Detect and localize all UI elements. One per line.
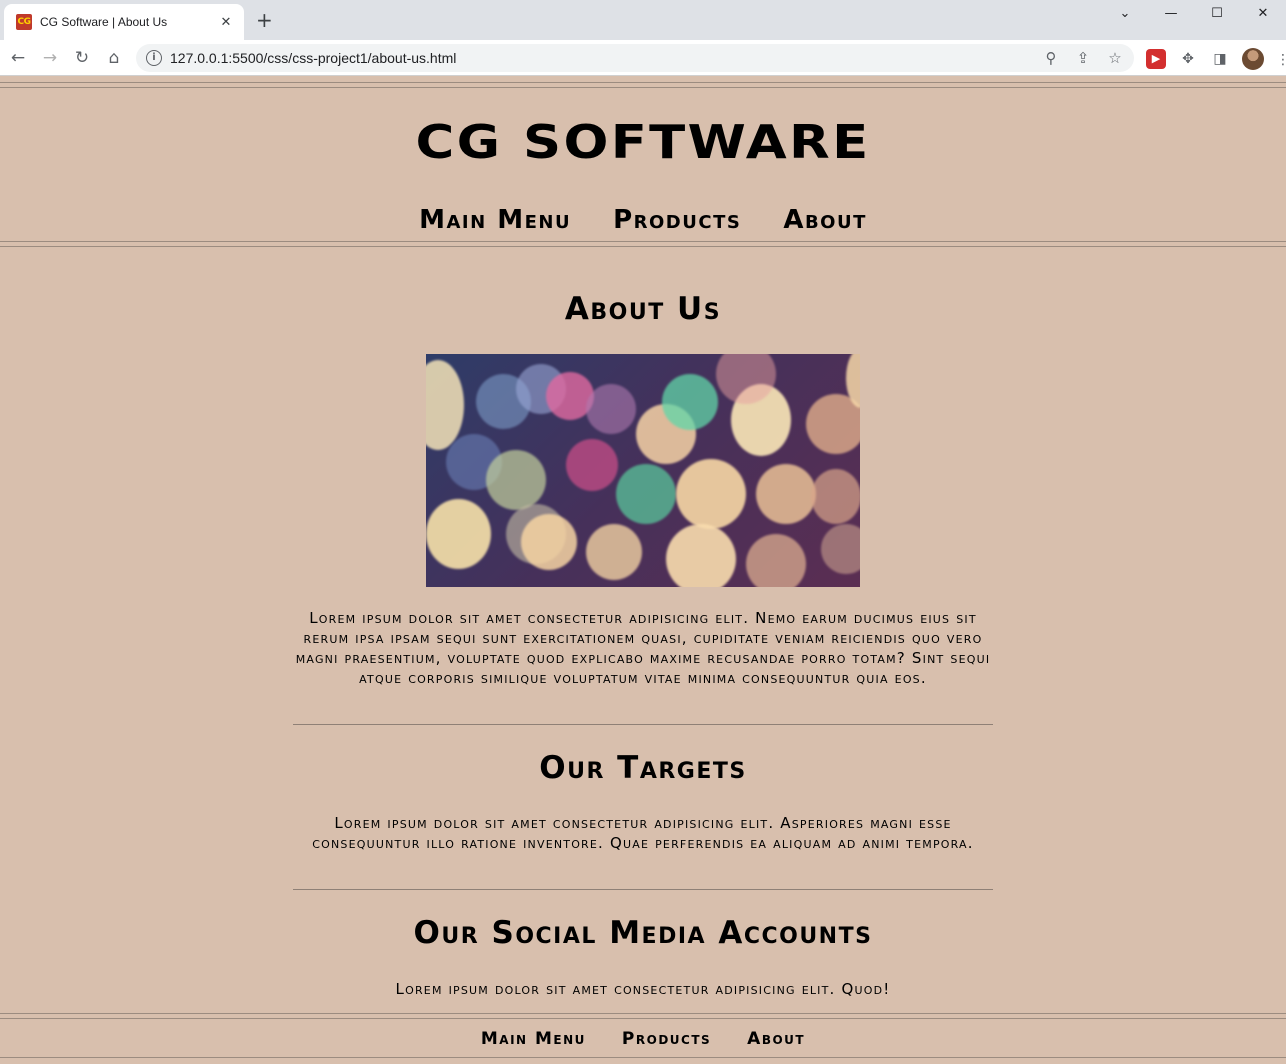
browser-toolbar: ← → ↻ ⌂ i 127.0.0.1:5500/css/css-project… [0, 40, 1286, 76]
minimize-icon[interactable]: — [1148, 6, 1194, 21]
side-panel-icon[interactable]: ◨ [1210, 49, 1230, 69]
social-media-heading: Our Social Media Accounts [413, 915, 873, 951]
omnibox-actions: ⚲ ⇪ ☆ [1040, 47, 1126, 69]
new-tab-icon[interactable]: + [256, 10, 273, 30]
tab-title: CG Software | About Us [40, 15, 168, 29]
more-menu-icon[interactable]: ⋮ [1276, 52, 1286, 68]
back-icon[interactable]: ← [6, 46, 30, 70]
bokeh-image [426, 354, 860, 587]
footer-nav-products[interactable]: Products [622, 1029, 711, 1049]
footer-nav-about[interactable]: About [747, 1029, 805, 1049]
footer-bottom-rule [0, 1057, 1286, 1062]
page-content: CG SOFTWARE Main Menu Products About Abo… [0, 77, 1286, 1064]
favicon-icon: CG [16, 14, 32, 30]
bookmark-star-icon[interactable]: ☆ [1104, 47, 1126, 69]
share-icon[interactable]: ⇪ [1072, 47, 1094, 69]
home-icon[interactable]: ⌂ [102, 46, 126, 70]
about-us-heading: About Us [564, 291, 722, 327]
about-paragraph: Lorem ipsum dolor sit amet consectetur a… [295, 609, 991, 687]
address-bar[interactable]: i 127.0.0.1:5500/css/css-project1/about-… [136, 44, 1134, 72]
section-divider [293, 889, 993, 890]
site-title: CG SOFTWARE [415, 115, 871, 169]
extension-icon[interactable]: ▶ [1146, 49, 1166, 69]
reload-icon[interactable]: ↻ [70, 46, 94, 70]
window-controls: ⌄ — ☐ ✕ [1102, 0, 1286, 26]
main-nav: Main Menu Products About [0, 205, 1286, 235]
zoom-icon[interactable]: ⚲ [1040, 47, 1062, 69]
nav-products[interactable]: Products [613, 205, 741, 235]
tab-search-icon[interactable]: ⌄ [1102, 6, 1148, 21]
close-tab-icon[interactable]: ✕ [218, 15, 234, 30]
forward-icon[interactable]: → [38, 46, 62, 70]
our-targets-heading: Our Targets [539, 750, 747, 786]
nav-main-menu[interactable]: Main Menu [419, 205, 571, 235]
footer-top-rule [0, 1013, 1286, 1019]
targets-paragraph: Lorem ipsum dolor sit amet consectetur a… [312, 814, 974, 852]
browser-tab[interactable]: CG CG Software | About Us ✕ [4, 4, 244, 40]
puzzle-icon[interactable]: ✥ [1178, 49, 1198, 69]
header-bottom-rule [0, 241, 1286, 247]
url-text[interactable]: 127.0.0.1:5500/css/css-project1/about-us… [170, 50, 456, 66]
social-paragraph: Lorem ipsum dolor sit amet consectetur a… [395, 980, 891, 998]
site-info-icon[interactable]: i [146, 50, 162, 66]
close-window-icon[interactable]: ✕ [1240, 6, 1286, 21]
maximize-icon[interactable]: ☐ [1194, 6, 1240, 21]
profile-avatar[interactable] [1242, 48, 1264, 70]
header-top-rule [0, 82, 1286, 88]
extensions-area: ▶ ✥ ◨ [1146, 48, 1264, 70]
footer-nav: Main Menu Products About [0, 1029, 1286, 1049]
footer-nav-main-menu[interactable]: Main Menu [481, 1029, 586, 1049]
section-divider [293, 724, 993, 725]
browser-tab-strip: CG CG Software | About Us ✕ + ⌄ — ☐ ✕ [0, 0, 1286, 40]
nav-about[interactable]: About [783, 205, 867, 235]
